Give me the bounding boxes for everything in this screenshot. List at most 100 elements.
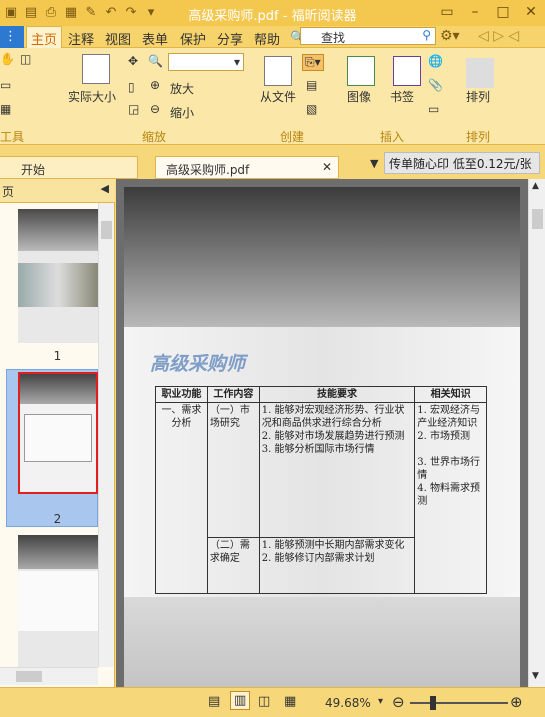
menu-share[interactable]: 分享: [217, 29, 243, 48]
page-thumbnail-1[interactable]: [18, 209, 98, 343]
nav-arrows-icon[interactable]: ◁ ▷ ◁: [478, 28, 519, 44]
minimize-button[interactable]: –: [461, 2, 489, 22]
snapshot-icon[interactable]: ◫: [20, 52, 31, 66]
pdf-page: 高级采购师 职业功能 工作内容 技能要求 相关知识 一、需求分析 （一）市场研究…: [124, 187, 520, 687]
menu-home[interactable]: 主页: [26, 26, 63, 49]
arrange-button[interactable]: 排列: [466, 88, 490, 105]
panel-hscroll-thumb[interactable]: [16, 671, 42, 682]
page-footer-band: [124, 597, 520, 687]
create-clipboard-icon[interactable]: ▤: [306, 78, 317, 92]
table-header-cell: 职业功能: [155, 386, 208, 403]
zoom-out-status-icon[interactable]: ⊖: [392, 693, 405, 711]
zoom-select[interactable]: ▾: [168, 53, 244, 71]
close-tab-icon[interactable]: ✕: [322, 160, 332, 174]
attachment-icon[interactable]: 📎: [428, 78, 443, 92]
bookmark-button[interactable]: 书签: [390, 88, 414, 105]
zoom-slider-handle[interactable]: [430, 696, 436, 710]
select-tool-icon[interactable]: ▭: [0, 78, 11, 92]
chevron-down-icon: ▾: [233, 55, 240, 69]
scroll-down-icon[interactable]: ▼: [532, 671, 539, 681]
from-file-button[interactable]: 从文件: [260, 88, 296, 105]
file-menu[interactable]: ⋮: [0, 26, 24, 48]
status-bar: ▤ ▥ ◫ ▦ 49.68% ▾ ⊖ ⊕: [0, 687, 545, 717]
zoom-menu-chevron-icon[interactable]: ▾: [378, 696, 383, 707]
table-header-cell: 技能要求: [258, 386, 416, 403]
zoom-out-icon[interactable]: ⊖: [150, 102, 160, 116]
menu-protect[interactable]: 保护: [180, 29, 206, 48]
zoom-in-status-icon[interactable]: ⊕: [510, 693, 523, 711]
image-button[interactable]: 图像: [347, 88, 371, 105]
continuous-page-icon[interactable]: ▥: [230, 691, 251, 710]
table-cell: 1. 能够预测中长期内部需求变化 2. 能够修订内部需求计划: [258, 537, 416, 594]
table-cell: （一）市场研究: [206, 402, 260, 538]
document-scroll-thumb[interactable]: [532, 209, 543, 229]
hand-tool-icon[interactable]: ✋: [0, 52, 15, 66]
zoom-out-button[interactable]: 缩小: [170, 104, 194, 121]
settings-gear-icon[interactable]: ⚙▾: [440, 28, 460, 44]
scroll-up-icon[interactable]: ▲: [532, 181, 539, 191]
menu-bar: ⋮ 主页 注释 视图 表单 保护 分享 帮助 🔍: [0, 26, 545, 49]
doc-heading: 高级采购师: [150, 353, 246, 375]
ribbon: ✋ ◫ ▭ ▦ 工具 实际大小 ✥ 🔍 ▾ ▯ ⊕ 放大 ◲ ⊖ 缩小 缩放 从…: [0, 48, 545, 145]
ribbon-toggle-icon[interactable]: ▭: [433, 2, 461, 22]
close-button[interactable]: ✕: [517, 2, 545, 22]
table-cell: 1. 宏观经济与产业经济知识 2. 市场预测 3. 世界市场行情 4. 物料需求…: [414, 402, 487, 594]
create-menu-icon[interactable]: ⎘▾: [302, 54, 324, 71]
zoom-level[interactable]: 49.68%: [325, 696, 371, 710]
menu-view[interactable]: 视图: [105, 29, 131, 48]
zoom-in-button[interactable]: 放大: [170, 80, 194, 97]
table-cell: 1. 能够对宏观经济形势、行业状况和商品供求进行综合分析 2. 能够对市场发展趋…: [258, 402, 416, 538]
create-scan-icon[interactable]: ▧: [306, 102, 317, 116]
tab-document-label: 高级采购师.pdf: [166, 163, 250, 177]
create-group-label: 创建: [280, 130, 305, 144]
zoom-slider[interactable]: [410, 702, 508, 704]
actual-size-button[interactable]: 实际大小: [68, 88, 116, 105]
table-cell: （二）需求确定: [206, 537, 260, 594]
fit-page-icon[interactable]: ▯: [128, 80, 135, 94]
video-icon[interactable]: ▭: [428, 102, 439, 116]
ad-banner[interactable]: 传单随心印 低至0.12元/张: [384, 152, 540, 174]
continuous-facing-icon[interactable]: ▦: [284, 694, 296, 709]
image-icon[interactable]: [347, 56, 375, 86]
panel-scroll-thumb[interactable]: [101, 221, 112, 239]
skills-table: 职业功能 工作内容 技能要求 相关知识 一、需求分析 （一）市场研究 1. 能够…: [155, 386, 487, 594]
page-thumbnail-2[interactable]: [18, 372, 98, 494]
panel-header: 页 ◀: [0, 179, 115, 203]
tab-start[interactable]: 开始: [0, 156, 138, 179]
page-thumbnail-panel: 页 ◀ 1 2: [0, 179, 115, 687]
single-page-icon[interactable]: ▤: [208, 694, 220, 709]
bookmark-icon[interactable]: [393, 56, 421, 86]
panel-scrollbar[interactable]: [98, 203, 114, 667]
insert-group-label: 插入: [380, 130, 405, 144]
select-text-icon[interactable]: ▦: [0, 102, 11, 116]
page-header-band: [124, 187, 520, 327]
fit-width-icon[interactable]: ◲: [128, 102, 139, 116]
menu-comment[interactable]: 注释: [68, 29, 94, 48]
fit-icon[interactable]: ✥: [128, 54, 138, 68]
document-view: 高级采购师 职业功能 工作内容 技能要求 相关知识 一、需求分析 （一）市场研究…: [116, 179, 528, 687]
menu-form[interactable]: 表单: [142, 29, 168, 48]
zoom-group-label: 缩放: [142, 130, 167, 144]
menu-help[interactable]: 帮助: [254, 29, 280, 48]
maximize-button[interactable]: □: [489, 2, 517, 22]
document-scrollbar[interactable]: ▲ ▼: [528, 179, 545, 687]
collapse-panel-icon[interactable]: ◀: [101, 182, 109, 195]
arrange-icon[interactable]: [466, 58, 494, 88]
actual-size-icon[interactable]: [82, 54, 110, 84]
title-bar: ▣ ▤ ⎙ ▦ ✎ ↶ ↷ ▾ 高级采购师.pdf - 福昕阅读器 ▭ – □ …: [0, 0, 545, 26]
arrange-group-label: 排列: [466, 130, 491, 144]
page-thumbnail-3[interactable]: [18, 535, 98, 669]
zoom-icon[interactable]: 🔍: [148, 54, 163, 68]
link-icon[interactable]: 🌐: [428, 54, 443, 68]
panel-hscrollbar[interactable]: [0, 667, 98, 685]
panel-title: 页: [2, 185, 15, 199]
search-input[interactable]: 查找 ⚲: [300, 27, 436, 45]
facing-page-icon[interactable]: ◫: [258, 694, 270, 709]
table-header-cell: 相关知识: [414, 386, 487, 403]
zoom-in-icon[interactable]: ⊕: [150, 78, 160, 92]
table-header-cell: 工作内容: [206, 386, 260, 403]
from-file-icon[interactable]: [264, 56, 292, 86]
tab-document[interactable]: 高级采购师.pdf ✕: [155, 156, 339, 179]
tab-list-icon[interactable]: ▼: [370, 157, 378, 170]
search-icon[interactable]: ⚲: [422, 28, 431, 42]
